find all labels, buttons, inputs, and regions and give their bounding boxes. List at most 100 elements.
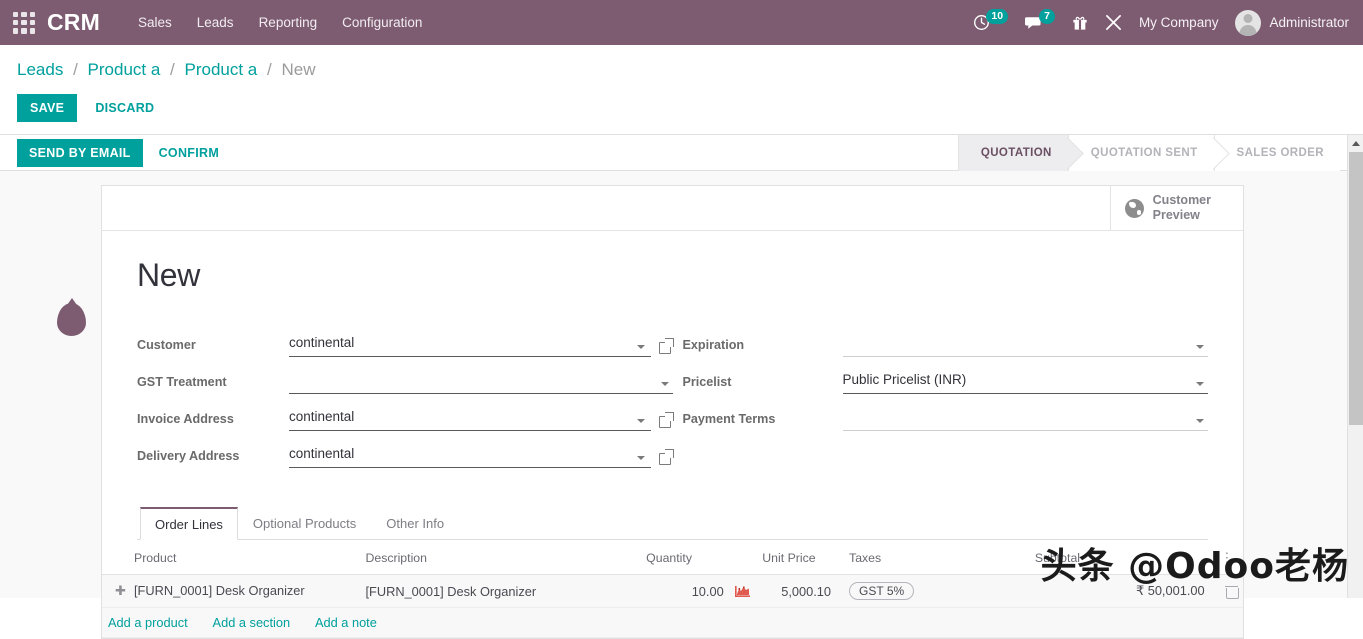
avatar <box>1235 9 1262 36</box>
chevron-down-icon[interactable] <box>1196 382 1204 386</box>
trash-icon[interactable] <box>1224 585 1239 599</box>
vertical-scrollbar[interactable] <box>1347 135 1363 598</box>
breadcrumb-separator: / <box>170 60 175 79</box>
chevron-down-icon[interactable] <box>636 419 645 423</box>
stage-quotation[interactable]: QUOTATION <box>957 135 1068 171</box>
field-payment-terms-label: Payment Terms <box>682 412 776 426</box>
open-record-icon[interactable] <box>658 412 674 428</box>
field-pricelist-control <box>842 370 1208 394</box>
breadcrumb-item-leads[interactable]: Leads <box>17 60 63 79</box>
scroll-up-arrow-icon[interactable] <box>1348 135 1363 152</box>
statusbar: SEND BY EMAIL CONFIRM QUOTATION QUOTATIO… <box>0 135 1363 171</box>
field-payment-terms: Payment Terms <box>682 402 1208 431</box>
chevron-down-icon[interactable] <box>660 382 669 386</box>
form-fields-grid: Customer GST Treatment <box>137 328 1208 476</box>
user-menu[interactable]: Administrator <box>1235 9 1349 36</box>
column-header-product[interactable]: Product <box>102 540 360 575</box>
control-panel: Leads / Product a / Product a / New SAVE… <box>0 45 1363 134</box>
add-a-note-link[interactable]: Add a note <box>315 615 377 630</box>
breadcrumb-separator: / <box>267 60 272 79</box>
activity-menu[interactable]: 10 <box>973 9 1009 31</box>
breadcrumb: Leads / Product a / Product a / New <box>0 59 1363 81</box>
payment-terms-input[interactable] <box>842 407 1208 431</box>
confirm-button[interactable]: CONFIRM <box>149 139 229 167</box>
tab-order-lines[interactable]: Order Lines <box>140 507 238 540</box>
status-pipeline: QUOTATION QUOTATION SENT SALES ORDER <box>957 135 1340 171</box>
add-a-product-link[interactable]: Add a product <box>108 615 188 630</box>
stage-quotation-sent[interactable]: QUOTATION SENT <box>1067 135 1214 171</box>
messages-count-badge: 7 <box>1039 9 1055 24</box>
drag-handle-icon[interactable]: ✚ <box>115 583 128 599</box>
order-lines-table: Product Description Quantity Unit Price … <box>102 540 1243 638</box>
apps-grid-icon[interactable] <box>13 11 35 34</box>
stage-sales-order[interactable]: SALES ORDER <box>1213 135 1340 171</box>
column-header-unit-price[interactable]: Unit Price <box>756 540 838 575</box>
apps-grid-cell <box>21 28 27 34</box>
navbar-right-tools: 10 7 My Company Administrator <box>973 9 1363 36</box>
chevron-down-icon[interactable] <box>636 456 645 460</box>
cell-description[interactable]: [FURN_0001] Desk Organizer <box>359 574 641 608</box>
cell-taxes[interactable]: GST 5% <box>837 574 1029 608</box>
chevron-down-icon[interactable] <box>636 345 645 349</box>
delivery-address-input[interactable] <box>289 444 651 468</box>
pricelist-input[interactable] <box>842 370 1208 394</box>
field-expiration-label: Expiration <box>682 338 745 352</box>
developer-tools-menu[interactable] <box>1105 14 1122 31</box>
tax-badge: GST 5% <box>849 582 915 600</box>
column-options-button[interactable]: ⋮ <box>1210 540 1243 575</box>
user-name-label: Administrator <box>1269 15 1349 30</box>
menu-item-leads[interactable]: Leads <box>197 15 234 30</box>
field-delivery-address-label: Delivery Address <box>137 449 240 463</box>
discard-button[interactable]: DISCARD <box>87 94 162 122</box>
tab-optional-products[interactable]: Optional Products <box>238 507 371 540</box>
column-header-quantity[interactable]: Quantity <box>640 540 757 575</box>
form-column-left: Customer GST Treatment <box>137 328 674 476</box>
column-header-description[interactable]: Description <box>359 540 641 575</box>
expiration-input[interactable] <box>842 333 1208 357</box>
apps-grid-cell <box>29 28 35 34</box>
scrollbar-thumb[interactable] <box>1349 152 1363 425</box>
open-record-icon[interactable] <box>658 449 674 465</box>
table-row[interactable]: ✚ [FURN_0001] Desk Organizer [FURN_0001] … <box>102 574 1243 608</box>
table-header-row: Product Description Quantity Unit Price … <box>102 540 1243 575</box>
add-a-section-link[interactable]: Add a section <box>213 615 291 630</box>
cell-unit-price[interactable]: 5,000.10 <box>756 574 838 608</box>
gst-treatment-input[interactable] <box>289 370 673 394</box>
gift-menu[interactable] <box>1072 14 1088 31</box>
field-customer: Customer <box>137 328 674 357</box>
customer-preview-line1: Customer <box>1152 193 1211 207</box>
chevron-down-icon[interactable] <box>1196 419 1204 423</box>
breadcrumb-item-product-a-2[interactable]: Product a <box>185 60 258 79</box>
field-gst-treatment-label: GST Treatment <box>137 375 227 389</box>
column-header-subtotal[interactable]: Subtotal <box>1028 540 1211 575</box>
open-record-icon[interactable] <box>658 338 674 354</box>
customer-input[interactable] <box>289 333 651 357</box>
chevron-down-icon[interactable] <box>1196 345 1204 349</box>
tab-other-info[interactable]: Other Info <box>371 507 459 540</box>
top-navbar: CRM Sales Leads Reporting Configuration … <box>0 0 1363 45</box>
tools-icon <box>1105 15 1121 30</box>
cell-delete[interactable] <box>1210 574 1243 608</box>
column-header-taxes[interactable]: Taxes <box>837 540 1029 575</box>
customer-preview-button[interactable]: Customer Preview <box>1109 186 1243 230</box>
app-brand-crm[interactable]: CRM <box>47 9 100 36</box>
messages-menu[interactable]: 7 <box>1025 9 1055 31</box>
breadcrumb-item-product-a-1[interactable]: Product a <box>88 60 161 79</box>
form-sheet: Customer Preview New Customer continenta… <box>101 185 1244 639</box>
cell-quantity[interactable]: 10.00 <box>640 574 757 608</box>
breadcrumb-item-new: New <box>281 60 316 79</box>
company-switcher[interactable]: My Company <box>1139 15 1219 30</box>
menu-item-reporting[interactable]: Reporting <box>259 15 318 30</box>
main-menu: Sales Leads Reporting Configuration <box>138 15 422 30</box>
page-title: New <box>137 257 201 293</box>
send-by-email-button[interactable]: SEND BY EMAIL <box>17 138 143 167</box>
customer-preview-line2: Preview <box>1152 208 1200 222</box>
customer-preview-label: Customer Preview <box>1153 193 1211 223</box>
cell-product[interactable]: ✚ [FURN_0001] Desk Organizer <box>102 574 360 608</box>
column-options-icon[interactable]: ⋮ <box>1220 551 1233 564</box>
save-button[interactable]: SAVE <box>17 94 78 122</box>
menu-item-sales[interactable]: Sales <box>138 15 172 30</box>
menu-item-configuration[interactable]: Configuration <box>342 15 422 30</box>
field-invoice-address: Invoice Address <box>137 402 674 431</box>
invoice-address-input[interactable] <box>289 407 651 431</box>
